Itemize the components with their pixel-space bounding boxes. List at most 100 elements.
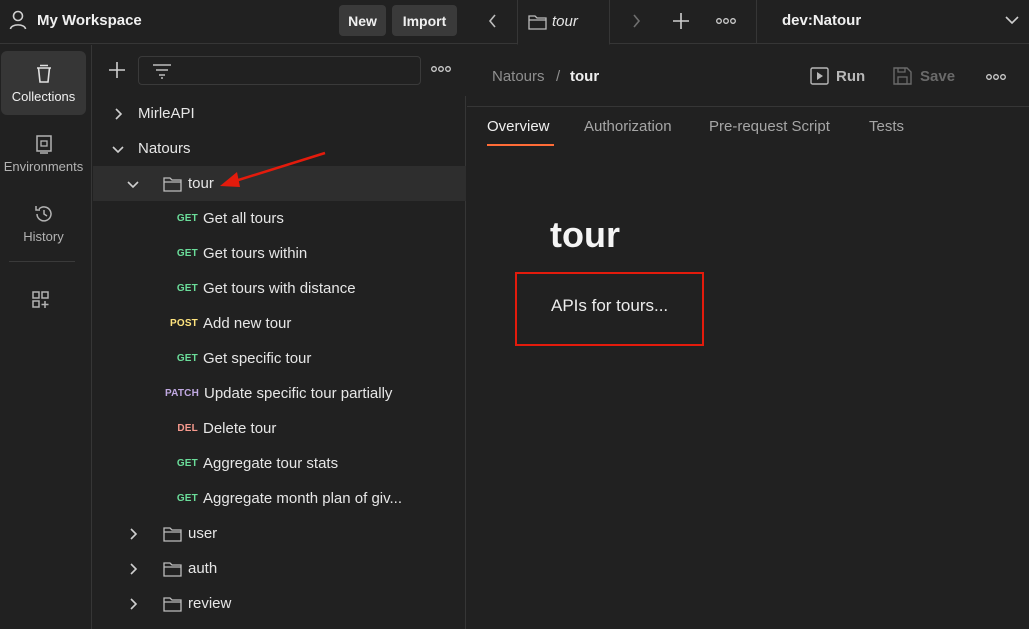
workspace-header: My Workspace New Import xyxy=(0,0,467,44)
collections-icon xyxy=(36,64,51,83)
nav-rail: Collections Environments History xyxy=(0,45,92,629)
chevron-left-icon[interactable] xyxy=(487,14,499,28)
folder-label: review xyxy=(188,595,232,612)
chevron-down-icon[interactable] xyxy=(127,178,139,190)
collection-label: MirleAPI xyxy=(138,105,195,122)
folder-user[interactable]: user xyxy=(93,516,466,551)
tab-pre-request-script[interactable]: Pre-request Script xyxy=(709,118,830,135)
chevron-down-icon[interactable] xyxy=(112,143,124,155)
sidebar-toolbar xyxy=(93,45,467,95)
add-collection-icon[interactable] xyxy=(108,61,126,79)
workspace-title[interactable]: My Workspace xyxy=(37,12,142,29)
folder-review[interactable]: review xyxy=(93,586,466,621)
run-button[interactable]: Run xyxy=(810,65,865,87)
environment-selector[interactable]: dev:Natour xyxy=(782,12,861,29)
rail-divider xyxy=(9,261,75,262)
tab-authorization[interactable]: Authorization xyxy=(584,118,672,135)
collection-mirleapi[interactable]: MirleAPI xyxy=(93,96,466,131)
tab-label: tour xyxy=(552,13,578,30)
more-tabs-icon[interactable] xyxy=(715,14,737,28)
chevron-right-icon[interactable] xyxy=(127,528,139,540)
tab-bar: tour dev:Natour xyxy=(467,0,1029,45)
active-tab-indicator xyxy=(487,144,554,146)
overview-title: tour xyxy=(550,214,620,255)
new-button[interactable]: New xyxy=(339,5,386,36)
request-item[interactable]: GET Get all tours xyxy=(93,201,466,236)
request-label: Aggregate tour stats xyxy=(203,455,339,472)
folder-icon xyxy=(528,15,547,30)
folder-label: user xyxy=(188,525,218,542)
request-item[interactable]: GET Aggregate tour stats xyxy=(93,446,466,481)
filter-input[interactable] xyxy=(138,56,421,85)
chevron-right-icon[interactable] xyxy=(112,108,124,120)
request-label: Aggregate month plan of giv... xyxy=(203,490,403,507)
request-item[interactable]: GET Get tours with distance xyxy=(93,271,466,306)
method-badge: GET xyxy=(176,458,198,469)
save-label: Save xyxy=(920,67,956,85)
collection-tree: MirleAPI Natours tour GET Get all tours … xyxy=(93,96,466,629)
save-icon xyxy=(893,67,912,85)
env-divider xyxy=(756,0,757,44)
request-label: Add new tour xyxy=(203,315,292,332)
folder-label: auth xyxy=(188,560,218,577)
request-label: Update specific tour partially xyxy=(204,385,393,402)
rail-item-history[interactable]: History xyxy=(0,191,87,255)
request-item[interactable]: GET Aggregate month plan of giv... xyxy=(93,481,466,516)
more-options-icon[interactable] xyxy=(430,62,452,76)
tab-tests[interactable]: Tests xyxy=(869,118,904,135)
folder-tour[interactable]: tour xyxy=(93,166,466,201)
subtab-bar: Overview Authorization Pre-request Scrip… xyxy=(467,108,1029,148)
method-badge: GET xyxy=(176,493,198,504)
request-item[interactable]: PATCH Update specific tour partially xyxy=(93,376,466,411)
request-label: Get tours with distance xyxy=(203,280,356,297)
rail-label-collections: Collections xyxy=(11,89,76,104)
breadcrumb-parent[interactable]: Natours xyxy=(492,68,545,85)
collection-label: Natours xyxy=(138,140,191,157)
folder-icon xyxy=(163,597,182,612)
request-label: Delete tour xyxy=(203,420,277,437)
request-item[interactable]: GET Get specific tour xyxy=(93,341,466,376)
request-item[interactable]: POST Add new tour xyxy=(93,306,466,341)
folder-auth[interactable]: auth xyxy=(93,551,466,586)
method-badge: GET xyxy=(176,213,198,224)
request-label: Get tours within xyxy=(203,245,308,262)
request-item[interactable]: DEL Delete tour xyxy=(93,411,466,446)
chevron-down-icon[interactable] xyxy=(1005,15,1019,25)
rail-label-environments: Environments xyxy=(3,159,84,174)
method-badge: GET xyxy=(176,248,198,259)
tab-overview[interactable]: Overview xyxy=(487,118,550,135)
chevron-right-icon[interactable] xyxy=(127,598,139,610)
request-label: Get specific tour xyxy=(203,350,312,367)
overview-description[interactable]: APIs for tours... xyxy=(551,296,668,316)
folder-icon xyxy=(163,562,182,577)
user-icon[interactable] xyxy=(9,10,27,30)
chevron-right-icon[interactable] xyxy=(630,14,642,28)
filter-icon xyxy=(153,64,171,79)
folder-label: tour xyxy=(188,175,214,192)
method-badge: GET xyxy=(176,353,198,364)
folder-icon xyxy=(163,177,182,192)
method-badge: POST xyxy=(169,318,198,329)
play-icon xyxy=(810,67,829,85)
method-badge: PATCH xyxy=(165,388,199,399)
rail-item-environments[interactable]: Environments xyxy=(0,121,87,185)
new-tab-icon[interactable] xyxy=(672,12,690,30)
run-label: Run xyxy=(836,67,866,85)
more-options-icon[interactable] xyxy=(985,72,1007,82)
breadcrumb-separator: / xyxy=(556,68,561,85)
rail-label-history: History xyxy=(23,229,64,244)
save-button[interactable]: Save xyxy=(893,65,955,87)
request-label: Get all tours xyxy=(203,210,284,227)
collection-natours[interactable]: Natours xyxy=(93,131,466,166)
method-badge: GET xyxy=(176,283,198,294)
chevron-right-icon[interactable] xyxy=(127,563,139,575)
tab-tour[interactable]: tour xyxy=(517,0,610,45)
rail-item-collections[interactable]: Collections xyxy=(1,51,86,115)
environment-icon xyxy=(35,135,52,154)
configure-sidebar-icon[interactable] xyxy=(30,289,52,311)
request-item[interactable]: GET Get tours within xyxy=(93,236,466,271)
method-badge: DEL xyxy=(177,423,198,434)
breadcrumb-current[interactable]: tour xyxy=(570,68,599,85)
history-icon xyxy=(34,206,52,222)
import-button[interactable]: Import xyxy=(392,5,457,36)
